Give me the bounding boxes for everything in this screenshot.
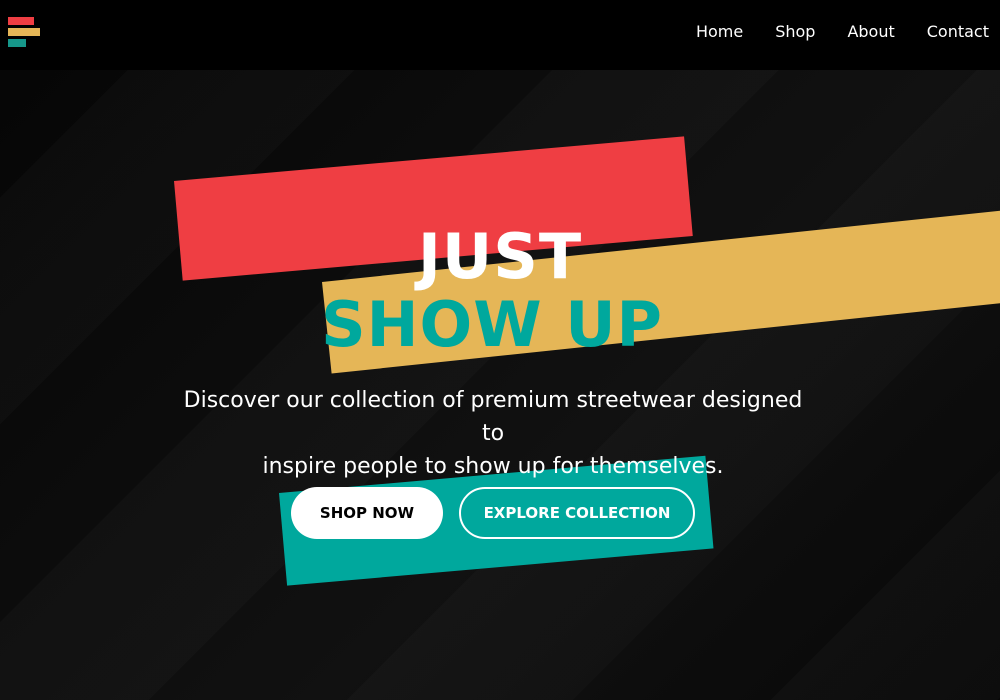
hero-subtitle-line1: Discover our collection of premium stree… — [183, 388, 803, 446]
nav-item-contact[interactable]: Contact — [927, 22, 989, 42]
page: Home Shop About Contact JUST SHOW UP Dis… — [0, 0, 1000, 700]
hero-subtitle: Discover our collection of premium stree… — [175, 384, 811, 483]
stacked-bars-logo-icon[interactable] — [8, 17, 42, 49]
nav-item-about[interactable]: About — [847, 22, 894, 42]
logo-bar-red — [8, 17, 34, 25]
logo-bar-yellow — [8, 28, 40, 36]
main-nav: Home Shop About Contact — [664, 22, 989, 42]
logo-bar-teal — [8, 39, 26, 47]
hero-headline-line1: JUST — [417, 220, 583, 293]
nav-item-home[interactable]: Home — [696, 22, 743, 42]
explore-collection-button[interactable]: EXPLORE COLLECTION — [459, 487, 695, 539]
nav-item-shop[interactable]: Shop — [775, 22, 815, 42]
shop-now-button[interactable]: SHOP NOW — [291, 487, 443, 539]
hero-headline-line2: SHOW UP — [320, 288, 663, 361]
site-header: Home Shop About Contact — [0, 0, 1000, 70]
hero-subtitle-line2: inspire people to show up for themselves… — [262, 454, 724, 479]
